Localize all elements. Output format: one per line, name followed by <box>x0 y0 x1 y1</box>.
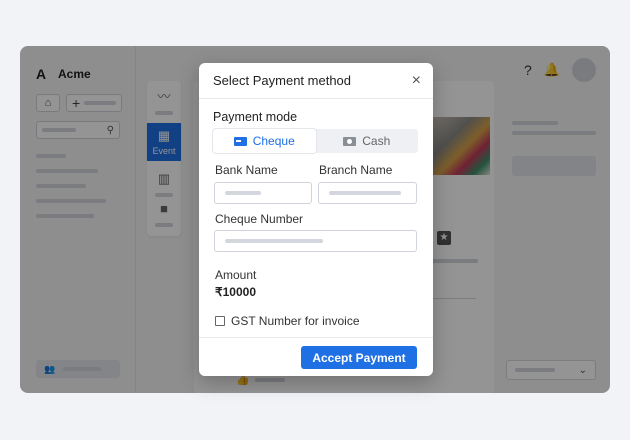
branch-name-input[interactable] <box>318 182 417 204</box>
modal-title: Select Payment method <box>213 73 352 88</box>
mode-cash-label: Cash <box>362 134 391 148</box>
payment-mode-toggle: Cheque Cash <box>213 129 418 153</box>
cheque-number-placeholder <box>225 239 323 243</box>
mode-cheque-label: Cheque <box>252 134 295 148</box>
mode-cash-option[interactable]: Cash <box>316 129 419 153</box>
branch-name-label: Branch Name <box>319 163 393 177</box>
close-icon[interactable]: × <box>412 72 421 89</box>
branch-name-placeholder <box>329 191 401 195</box>
amount-label: Amount <box>215 268 257 282</box>
cash-icon <box>343 136 357 146</box>
amount-value: ₹10000 <box>215 285 257 299</box>
modal-header: Select Payment method × <box>199 63 433 99</box>
bank-name-input[interactable] <box>214 182 312 204</box>
modal-footer: Accept Payment <box>199 337 433 376</box>
gst-checkbox-row[interactable]: GST Number for invoice <box>215 314 360 328</box>
payment-mode-label: Payment mode <box>213 110 298 124</box>
cheque-number-label: Cheque Number <box>215 212 304 226</box>
cheque-number-input[interactable] <box>214 230 417 252</box>
payment-modal: Select Payment method × Payment mode Che… <box>199 63 433 376</box>
bank-name-placeholder <box>225 191 261 195</box>
card-icon <box>233 136 247 146</box>
gst-label: GST Number for invoice <box>231 314 360 328</box>
accept-payment-button[interactable]: Accept Payment <box>301 346 417 369</box>
bank-name-label: Bank Name <box>215 163 278 177</box>
mode-cheque-option[interactable]: Cheque <box>213 129 316 153</box>
gst-checkbox[interactable] <box>215 316 225 326</box>
